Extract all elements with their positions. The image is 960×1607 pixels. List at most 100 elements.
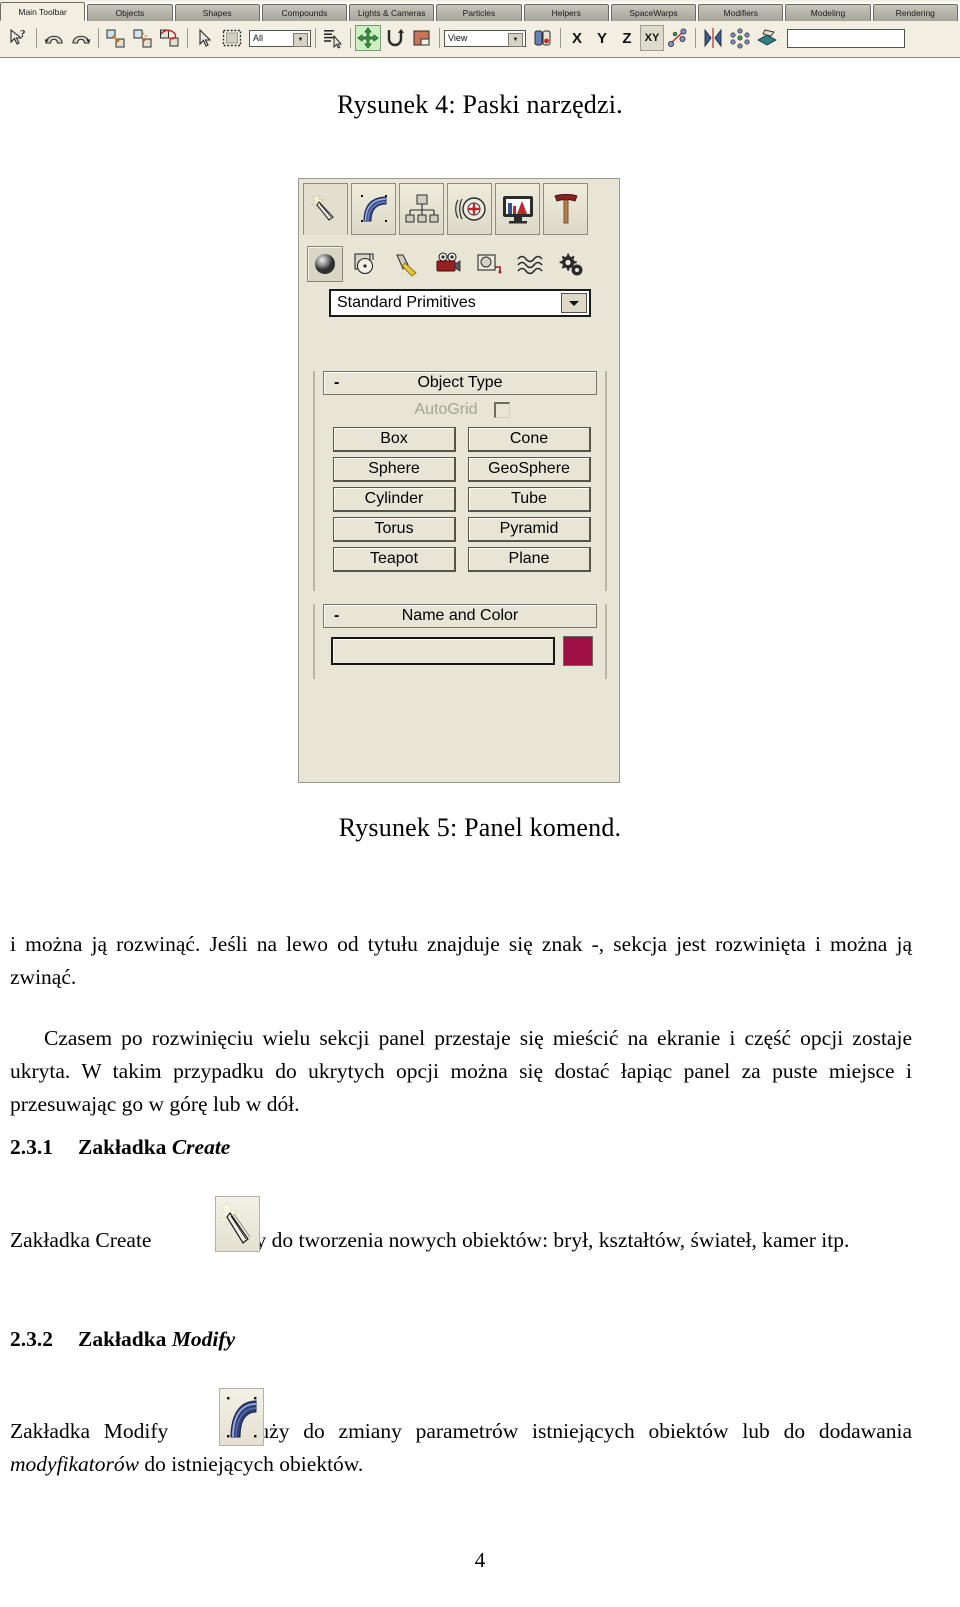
space-warps-button[interactable] — [512, 246, 548, 282]
heading-number: 2.3.2 — [10, 1327, 53, 1351]
select-and-move-button[interactable] — [355, 25, 381, 51]
sphere-button[interactable]: Sphere — [333, 457, 456, 482]
axis-xy-label: XY — [644, 32, 660, 44]
reference-coordinate-system-combo[interactable]: View ▼ — [444, 29, 526, 47]
motion-tab[interactable] — [447, 183, 492, 235]
select-object-button[interactable] — [192, 25, 218, 51]
chevron-down-icon[interactable]: ▼ — [508, 32, 523, 47]
main-toolbar-figure: Main Toolbar Objects Shapes Compounds Li… — [0, 0, 960, 58]
geometry-button[interactable] — [307, 246, 343, 282]
select-by-name-button[interactable] — [320, 25, 346, 51]
undo-button[interactable] — [41, 25, 67, 51]
object-name-input[interactable] — [331, 637, 555, 665]
chevron-down-icon[interactable] — [561, 293, 587, 313]
object-type-button-grid: Box Cone Sphere GeoSphere Cylinder Tube … — [333, 427, 591, 572]
display-tab[interactable] — [495, 183, 540, 235]
object-color-swatch[interactable] — [563, 636, 593, 666]
create-tab-icon — [215, 1196, 260, 1252]
rollout-name-and-color-title: Name and Color — [401, 607, 519, 624]
select-and-rotate-button[interactable] — [382, 25, 408, 51]
tab-shapes[interactable]: Shapes — [174, 4, 260, 21]
torus-button[interactable]: Torus — [333, 517, 456, 542]
hierarchy-tab[interactable] — [399, 183, 444, 235]
toolbar-separator — [98, 28, 99, 48]
toolbar-separator — [560, 28, 561, 48]
modify-italic-word: modyfikatorów — [10, 1452, 139, 1476]
gears-icon — [558, 251, 584, 277]
subcategory-combo[interactable]: Standard Primitives — [329, 289, 591, 317]
command-panel-figure: Standard Primitives - Object Type AutoGr… — [298, 178, 620, 783]
lights-button[interactable] — [389, 246, 425, 282]
tab-helpers[interactable]: Helpers — [523, 4, 609, 21]
align-button[interactable] — [727, 25, 753, 51]
reference-coordinate-system-value: View — [448, 33, 468, 43]
tab-label: SpaceWarps — [629, 8, 678, 18]
utilities-tab[interactable] — [543, 183, 588, 235]
tab-objects[interactable]: Objects — [87, 4, 173, 21]
select-region-button[interactable] — [219, 25, 245, 51]
helpers-button[interactable] — [471, 246, 507, 282]
modify-tab[interactable] — [351, 183, 396, 235]
axis-constraint-xy-button[interactable]: XY — [640, 25, 664, 51]
tab-rendering[interactable]: Rendering — [872, 4, 958, 21]
rollout-name-and-color-header[interactable]: - Name and Color — [323, 604, 597, 628]
snap-toggle-button[interactable] — [665, 25, 691, 51]
chevron-down-icon[interactable]: ▼ — [293, 32, 308, 47]
plane-button[interactable]: Plane — [468, 547, 591, 572]
use-center-button[interactable] — [530, 25, 556, 51]
toolbar-name-field[interactable] — [787, 28, 905, 48]
tube-button[interactable]: Tube — [468, 487, 591, 512]
select-by-name-icon — [322, 27, 344, 49]
heading-2-3-1: 2.3.1 Zakładka Create — [10, 1135, 230, 1160]
pyramid-button[interactable]: Pyramid — [468, 517, 591, 542]
rollout-object-type-header[interactable]: - Object Type — [323, 371, 597, 395]
bind-to-space-warp-button[interactable] — [157, 25, 183, 51]
paragraph-create-tab: Zakładka Create służy do tworzenia nowyc… — [10, 1224, 912, 1257]
autogrid-label: AutoGrid — [414, 401, 478, 418]
unlink-selection-button[interactable] — [130, 25, 156, 51]
tab-compounds[interactable]: Compounds — [261, 4, 348, 21]
rollout-object-type-title: Object Type — [417, 374, 503, 391]
tab-label: Shapes — [202, 8, 232, 18]
axis-z-label: Z — [622, 29, 632, 47]
cylinder-button[interactable]: Cylinder — [333, 487, 456, 512]
axis-constraint-x-button[interactable]: X — [565, 25, 589, 51]
tab-modeling[interactable]: Modeling — [785, 4, 871, 21]
magic-wand-icon — [308, 191, 344, 227]
toolbar-separator — [36, 28, 37, 48]
heading-italic: Create — [171, 1135, 231, 1159]
tab-particles[interactable]: Particles — [436, 4, 522, 21]
select-and-link-button[interactable] — [103, 25, 129, 51]
heading-italic: Modify — [171, 1327, 236, 1351]
bent-tube-icon — [356, 191, 392, 227]
shapes-button[interactable] — [348, 246, 384, 282]
tab-lights-and-cameras[interactable]: Lights & Cameras — [349, 4, 435, 21]
axis-constraint-z-button[interactable]: Z — [615, 25, 639, 51]
create-tab[interactable] — [303, 183, 348, 235]
page-number: 4 — [474, 1548, 486, 1572]
select-and-help-button[interactable]: ? — [6, 25, 32, 51]
mirror-button[interactable] — [700, 25, 726, 51]
cone-button[interactable]: Cone — [468, 427, 591, 452]
autogrid-checkbox[interactable] — [493, 402, 510, 418]
systems-button[interactable] — [553, 246, 589, 282]
cameras-button[interactable] — [430, 246, 466, 282]
tab-label: Helpers — [551, 8, 581, 18]
tab-main-toolbar[interactable]: Main Toolbar — [0, 2, 86, 21]
select-object-icon — [194, 27, 216, 49]
layer-manager-button[interactable] — [754, 25, 780, 51]
teapot-button[interactable]: Teapot — [333, 547, 456, 572]
redo-button[interactable] — [68, 25, 94, 51]
geosphere-button[interactable]: GeoSphere — [468, 457, 591, 482]
axis-constraint-y-button[interactable]: Y — [590, 25, 614, 51]
selection-filter-combo[interactable]: All ▼ — [249, 29, 311, 47]
subcategory-value: Standard Primitives — [337, 294, 476, 311]
tab-spacewarps[interactable]: SpaceWarps — [610, 4, 697, 21]
name-and-color-row — [331, 636, 593, 666]
select-and-scale-button[interactable] — [409, 25, 435, 51]
light-icon — [394, 251, 420, 277]
monitor-display-icon — [500, 191, 536, 227]
tab-modifiers[interactable]: Modifiers — [698, 4, 784, 21]
box-button[interactable]: Box — [333, 427, 456, 452]
tab-label: Compounds — [281, 8, 328, 18]
